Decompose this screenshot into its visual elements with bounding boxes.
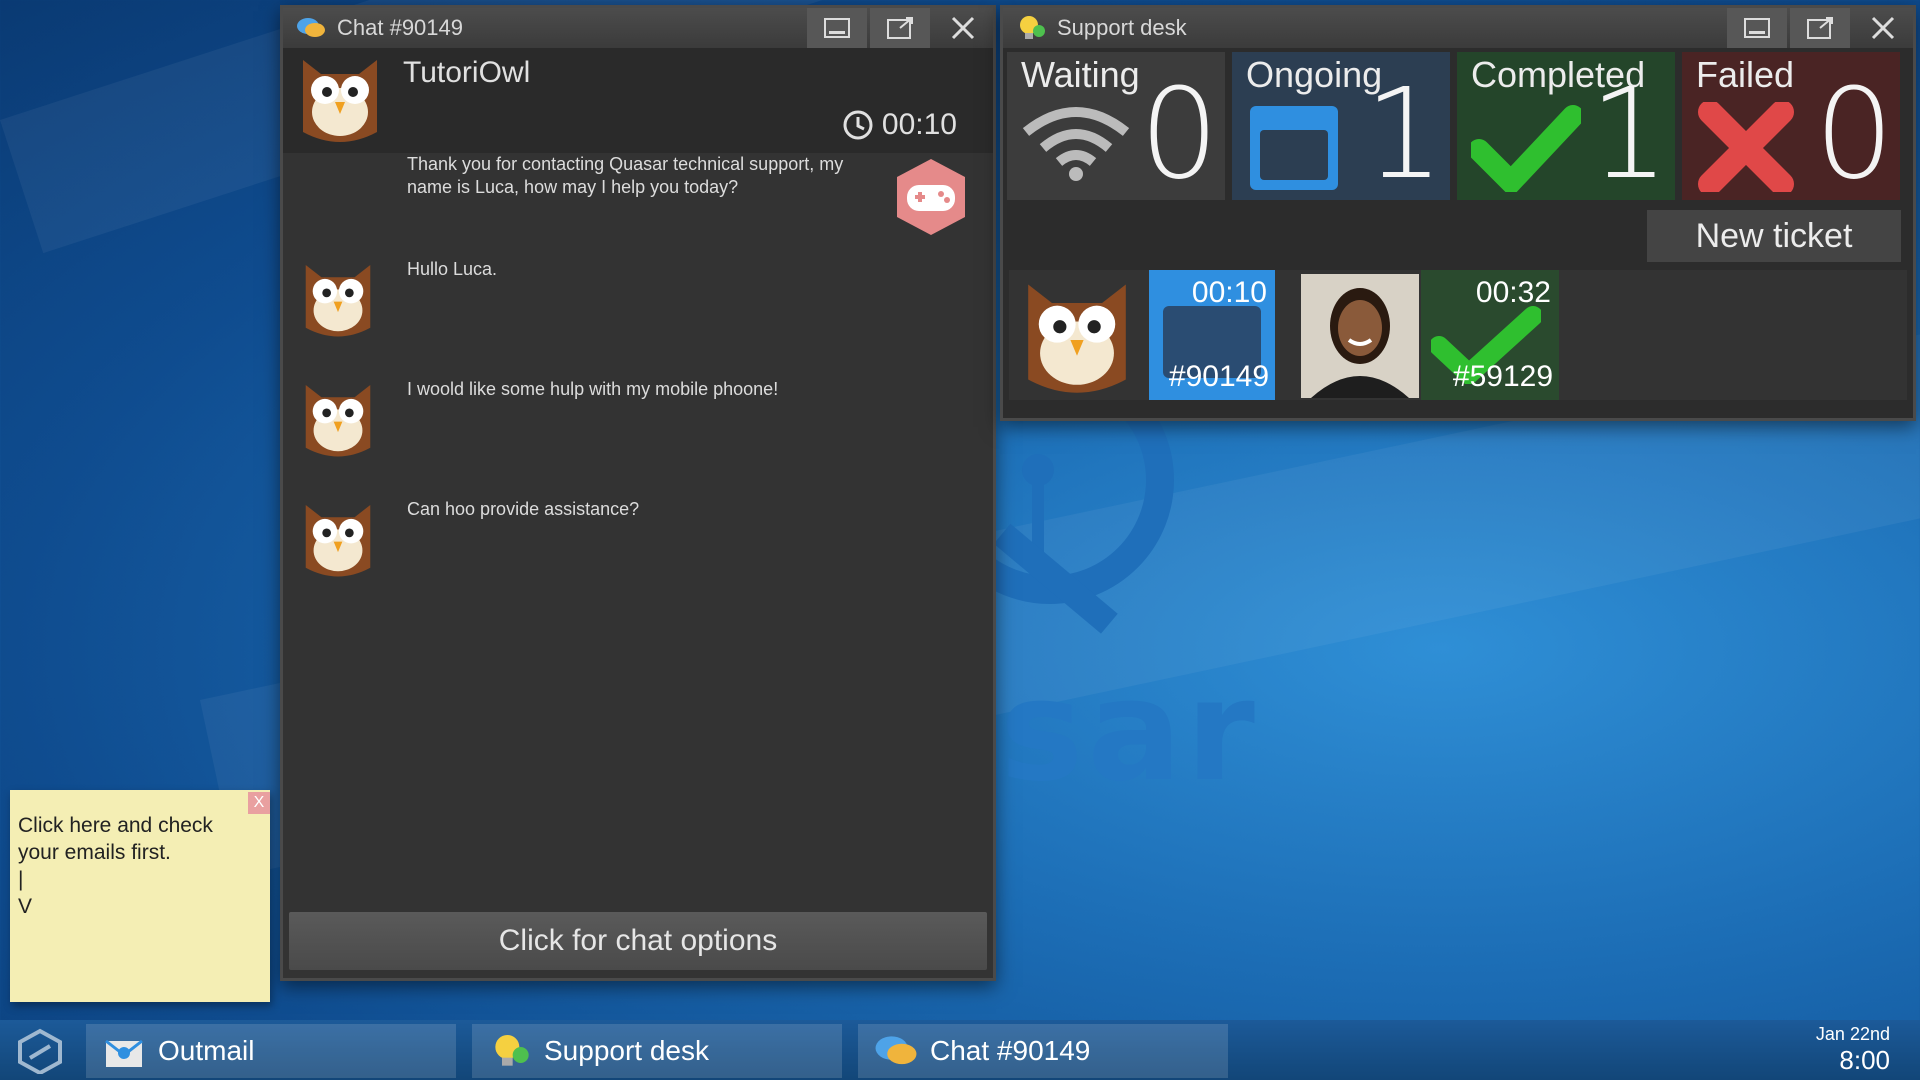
owl-avatar-icon [305,384,371,457]
customer-photo-icon [1301,274,1419,398]
chat-titlebar[interactable]: Chat #90149 [283,8,993,48]
mail-icon [100,1029,148,1073]
popout-icon [1807,17,1833,39]
popout-button[interactable] [1790,8,1850,48]
ticket-id: #59129 [1452,360,1553,393]
stat-count: 1 [1364,62,1444,207]
stat-completed[interactable]: Completed 1 [1457,52,1675,200]
chat-message: Can hoo provide assistance? [283,498,993,618]
ticket-id: #90149 [1168,360,1269,393]
support-titlebar[interactable]: Support desk [1003,8,1913,48]
check-icon [1471,105,1581,192]
close-icon [951,16,975,40]
stat-label: Ongoing [1246,54,1383,95]
stat-count: 0 [1139,62,1219,207]
chat-header: TutoriOwl 00:10 [283,48,993,153]
minimize-button[interactable] [1727,8,1787,48]
chat-body: TutoriOwl 00:10 Thank you for contacting… [283,48,993,978]
owl-avatar-icon [305,264,371,337]
lightbulb-icon [1015,13,1047,43]
chat-options-button[interactable]: Click for chat options [289,912,987,970]
owl-avatar-icon [305,504,371,577]
close-icon [1871,16,1895,40]
taskbar-item-label: Outmail [158,1035,255,1066]
taskbar-item-chat[interactable]: Chat #90149 [858,1024,1228,1078]
taskbar-item-support-desk[interactable]: Support desk [472,1024,842,1078]
taskbar-item-outmail[interactable]: Outmail [86,1024,456,1078]
taskbar-item-label: Support desk [544,1035,709,1066]
start-logo-icon [18,1028,62,1074]
ticket-time: 00:32 [1475,276,1551,309]
stat-count: 0 [1814,62,1894,207]
popout-button[interactable] [870,8,930,48]
chat-message: Thank you for contacting Quasar technica… [283,153,993,273]
message-text: Thank you for contacting Quasar technica… [407,154,844,197]
taskbar-item-label: Chat #90149 [930,1035,1091,1066]
taskbar: Outmail Support desk Chat #90149 Jan 22n… [0,1020,1920,1080]
minimize-icon [824,18,850,38]
clock-time: 8:00 [1839,1045,1890,1075]
taskbar-clock[interactable]: Jan 22nd 8:00 [1816,1024,1890,1076]
chat-message: Hullo Luca. [283,258,993,378]
chat-timer: 00:10 [842,108,957,142]
minimize-button[interactable] [807,8,867,48]
stat-failed[interactable]: Failed 0 [1682,52,1900,200]
support-desk-window[interactable]: Support desk Waiting 0 Ongoing 1 Complet… [1000,5,1916,421]
message-text: Can hoo provide assistance? [407,499,640,519]
chat-bubble-icon [872,1029,920,1073]
stat-waiting[interactable]: Waiting 0 [1007,52,1225,200]
chat-window[interactable]: Chat #90149 TutoriOwl 00:10 Thank you fo… [280,5,996,981]
minimize-icon [1744,18,1770,38]
lightbulb-icon [486,1029,534,1073]
clock-date: Jan 22nd [1815,1024,1890,1044]
ticket-tile[interactable]: 00:10 #90149 [1149,270,1275,400]
new-ticket-button[interactable]: New ticket [1647,210,1901,262]
contact-name: TutoriOwl [403,56,531,89]
stat-ongoing[interactable]: Ongoing 1 [1232,52,1450,200]
cross-icon [1698,102,1794,192]
window-icon [1250,106,1338,190]
close-button[interactable] [1853,8,1913,48]
owl-avatar-icon [303,60,377,142]
wallpaper-brand-text: sar [1000,650,1259,813]
agent-gamepad-icon [897,159,965,235]
stat-count: 1 [1589,62,1669,207]
support-desk-body: Waiting 0 Ongoing 1 Completed 1 Failed 0… [1003,48,1913,418]
ticket-tile[interactable]: 00:32 #59129 [1421,270,1559,400]
chat-message: I woold like some hulp with my mobile ph… [283,378,993,498]
owl-avatar-icon [1028,284,1126,393]
message-text: I woold like some hulp with my mobile ph… [407,379,779,399]
stat-label: Failed [1696,54,1795,95]
ticket-list: 00:10 #90149 00:32 #59129 [1009,270,1907,400]
ticket-time: 00:10 [1191,276,1267,309]
message-text: Hullo Luca. [407,259,498,279]
sticky-close-button[interactable]: X [248,792,270,814]
close-button[interactable] [933,8,993,48]
stat-label: Waiting [1021,54,1140,95]
start-button[interactable] [10,1028,70,1074]
chat-bubble-icon [295,13,327,43]
clock-icon [843,110,873,140]
chat-window-title: Chat #90149 [337,15,463,40]
timer-value: 00:10 [881,108,957,141]
popout-icon [887,17,913,39]
wifi-icon [1022,107,1130,181]
wallpaper-logo [990,420,1174,634]
support-window-title: Support desk [1057,15,1187,40]
sticky-note[interactable]: Click here and check your emails first. … [10,790,270,1002]
